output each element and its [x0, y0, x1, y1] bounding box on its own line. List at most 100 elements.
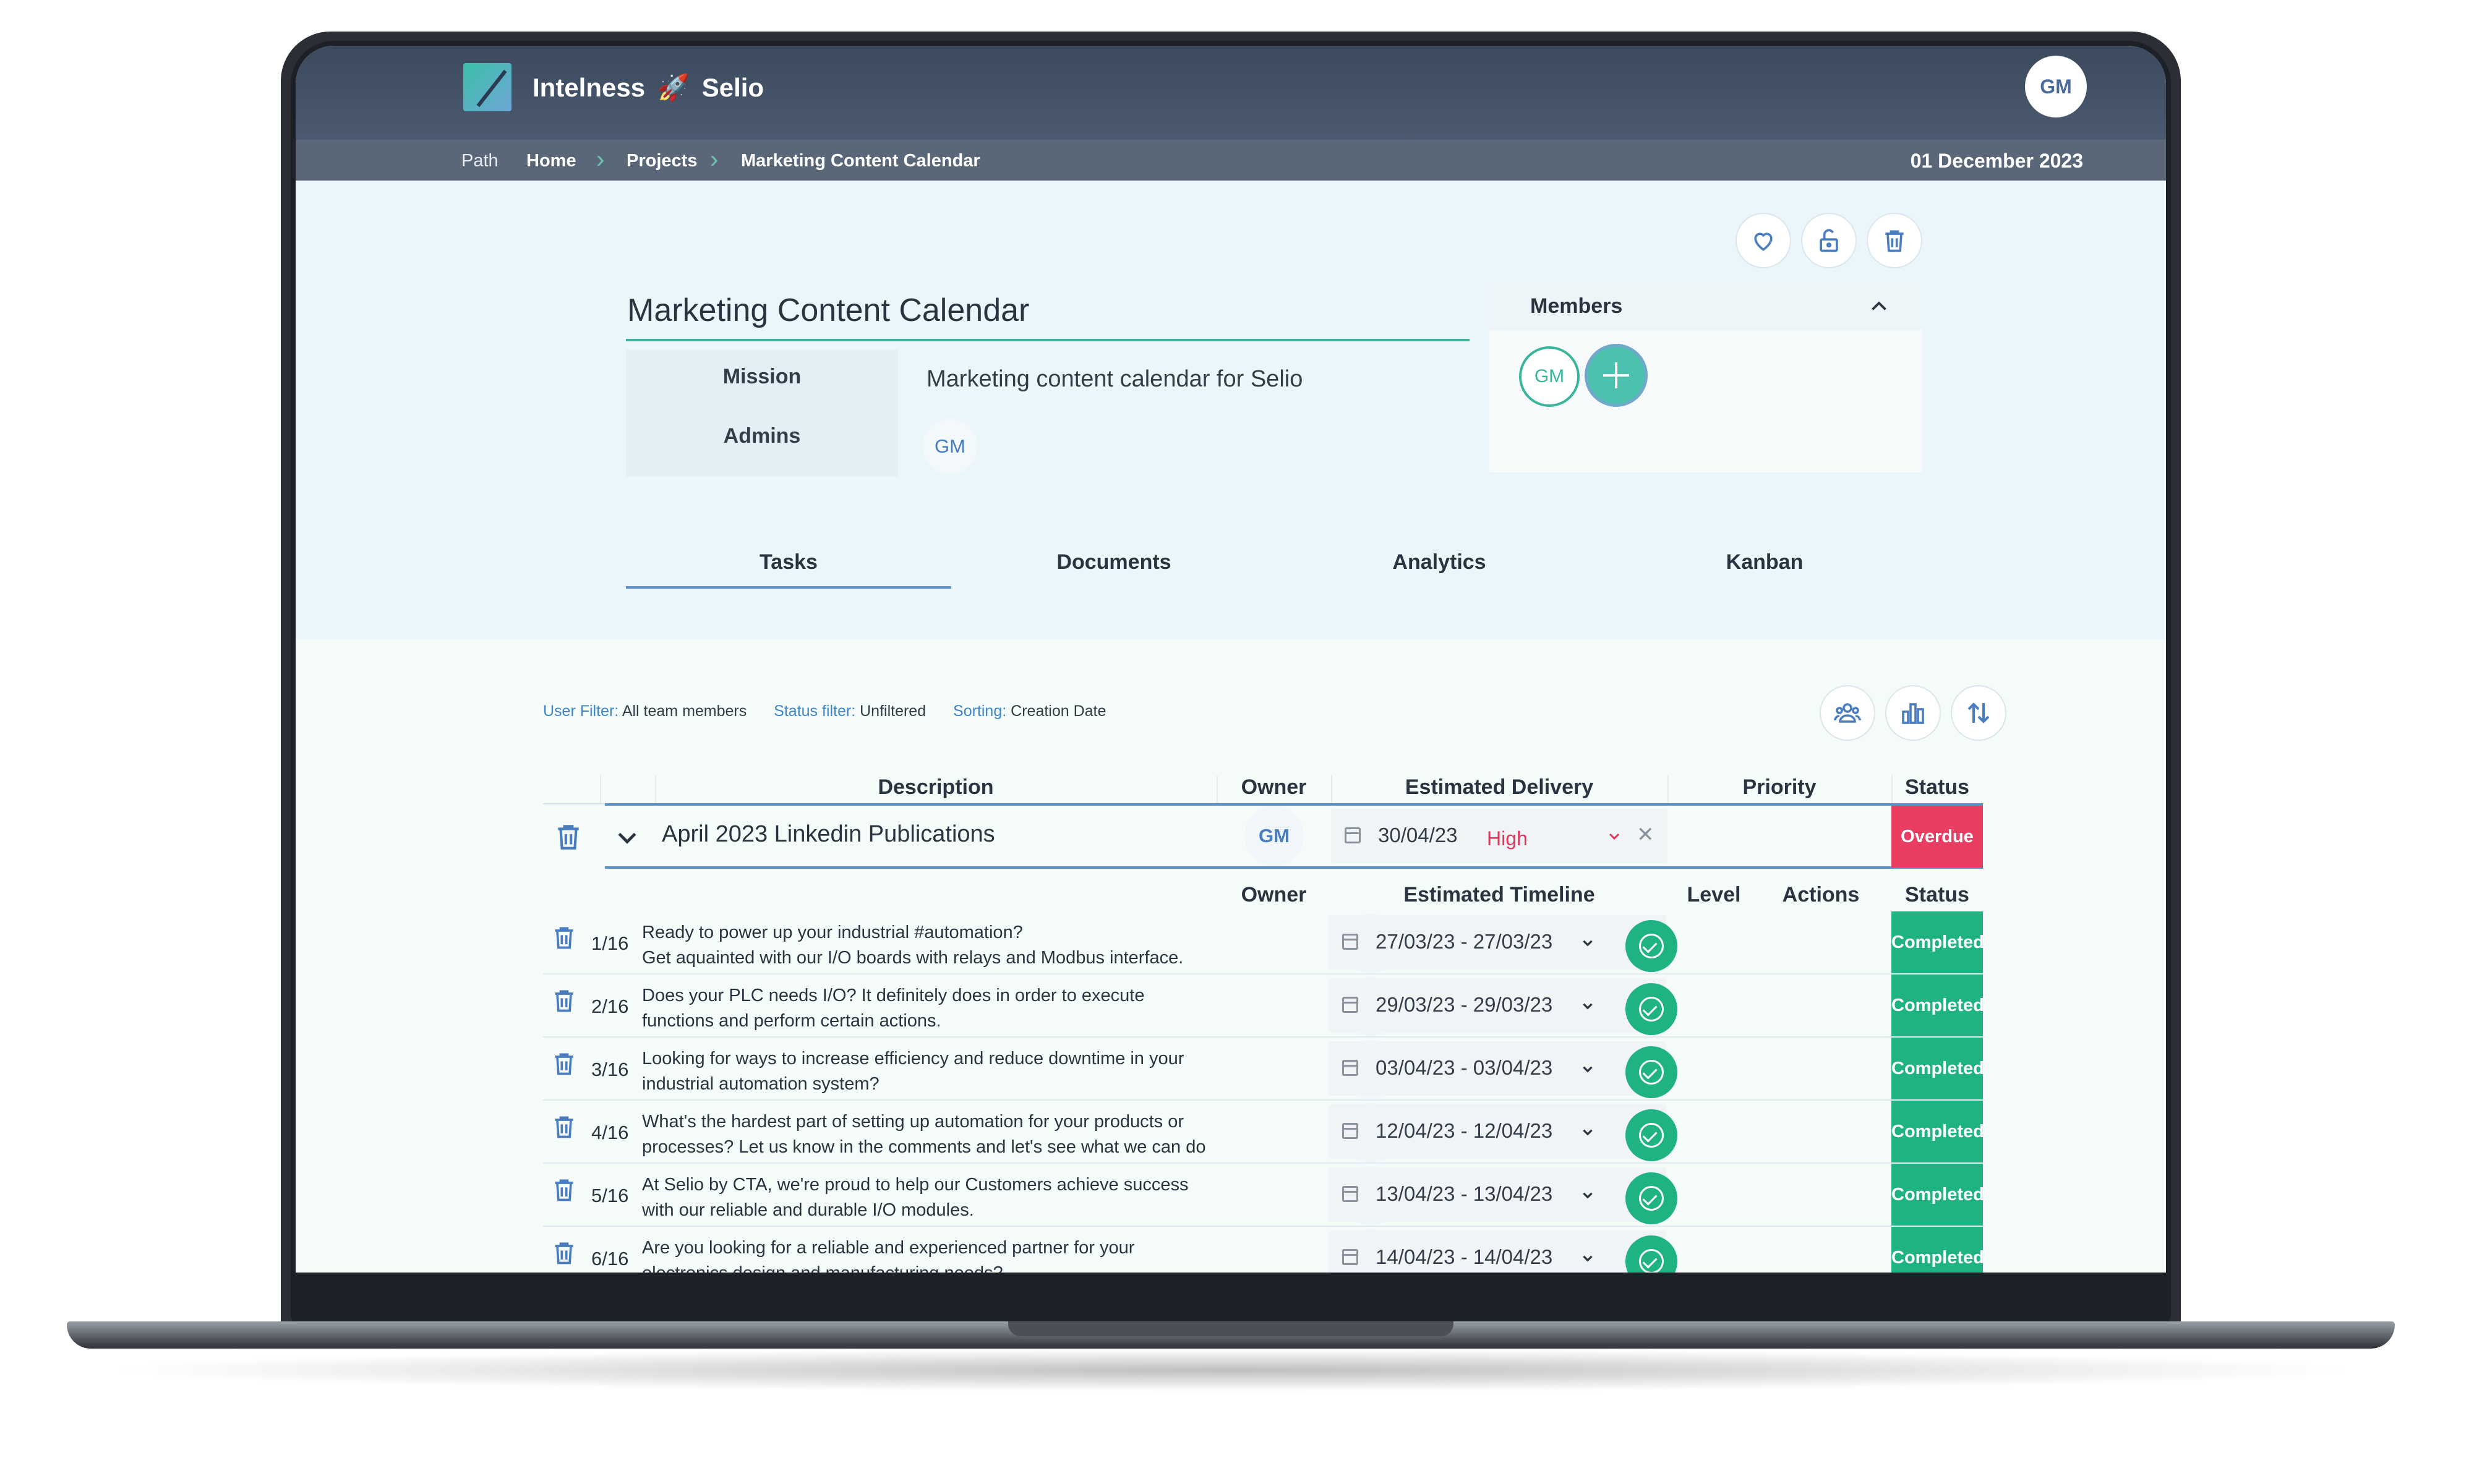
- parent-owner-avatar[interactable]: GM: [1244, 806, 1304, 866]
- brand-logo[interactable]: [463, 63, 511, 111]
- trash-icon[interactable]: [550, 1113, 578, 1140]
- lock-button[interactable]: [1801, 213, 1857, 268]
- admin-avatar[interactable]: GM: [923, 419, 977, 474]
- header-description[interactable]: Description: [655, 775, 1217, 800]
- chevron-down-icon[interactable]: [1580, 1187, 1596, 1203]
- check-circle-icon[interactable]: [1625, 1109, 1677, 1161]
- check-circle-icon[interactable]: [1625, 920, 1677, 972]
- subheader-level: Level: [1687, 883, 1741, 906]
- status-filter-button[interactable]: [1885, 685, 1941, 741]
- timeline-field[interactable]: 13/04/23 - 13/04/23✕: [1329, 1167, 1666, 1222]
- task-description-line: Looking for ways to increase efficiency …: [642, 1049, 1184, 1068]
- team-filter-button[interactable]: [1820, 685, 1875, 741]
- calendar-icon: [1342, 934, 1358, 950]
- trash-icon[interactable]: [550, 1050, 578, 1077]
- app-screen: Intelness 🚀 Selio GM Path Home › Project…: [296, 46, 2166, 1273]
- breadcrumb-path-label: Path: [461, 151, 499, 171]
- check-circle-icon[interactable]: [1625, 1172, 1677, 1224]
- member-avatar[interactable]: GM: [1519, 346, 1580, 407]
- tab-documents[interactable]: Documents: [951, 550, 1277, 574]
- sorting-label: Sorting:: [953, 702, 1007, 720]
- table-row[interactable]: 4/16 What's the hardest part of setting …: [543, 1101, 1984, 1164]
- filter-bar: User Filter: All team members Status fil…: [543, 702, 1106, 720]
- user-avatar[interactable]: GM: [2025, 56, 2087, 117]
- chevron-down-icon[interactable]: [1580, 1061, 1596, 1077]
- task-number: 4/16: [591, 1122, 629, 1143]
- timeline-field[interactable]: 29/03/23 - 29/03/23✕: [1329, 978, 1666, 1033]
- tab-kanban[interactable]: Kanban: [1602, 550, 1927, 574]
- timeline-field[interactable]: 27/03/23 - 27/03/23✕: [1329, 915, 1666, 970]
- chevron-down-icon[interactable]: [1580, 998, 1596, 1014]
- task-description[interactable]: Does your PLC needs I/O? It definitely d…: [642, 983, 1217, 1034]
- task-description-line: with our reliable and durable I/O module…: [642, 1200, 974, 1220]
- team-icon: [1834, 703, 1861, 723]
- calendar-icon: [1342, 1249, 1358, 1265]
- task-description-line: Ready to power up your industrial #autom…: [642, 923, 1023, 942]
- delivery-date-value: 30/04/23: [1378, 824, 1458, 846]
- table-row[interactable]: 2/16 Does your PLC needs I/O? It definit…: [543, 974, 1984, 1038]
- trash-icon[interactable]: [550, 1239, 578, 1266]
- delete-project-button[interactable]: [1867, 213, 1922, 268]
- mission-value[interactable]: Marketing content calendar for Selio: [927, 366, 1303, 393]
- trash-icon[interactable]: [553, 821, 584, 852]
- breadcrumb-home[interactable]: Home: [526, 151, 576, 171]
- table-row[interactable]: 5/16 At Selio by CTA, we're proud to hel…: [543, 1164, 1984, 1227]
- task-description[interactable]: Are you looking for a reliable and exper…: [642, 1235, 1217, 1273]
- calendar-icon: [1342, 997, 1358, 1013]
- calendar-icon: [1342, 1123, 1358, 1139]
- status-filter-label: Status filter:: [774, 702, 856, 720]
- parent-task-description[interactable]: April 2023 Linkedin Publications: [662, 821, 995, 848]
- clear-icon[interactable]: ✕: [1637, 822, 1654, 847]
- task-description-line: processes? Let us know in the comments a…: [642, 1137, 1206, 1157]
- project-title[interactable]: Marketing Content Calendar: [627, 292, 1029, 329]
- members-header[interactable]: Members: [1489, 281, 1922, 330]
- header-owner[interactable]: Owner: [1217, 775, 1331, 800]
- chevron-down-icon[interactable]: [614, 824, 641, 851]
- table-row[interactable]: 6/16 Are you looking for a reliable and …: [543, 1227, 1984, 1273]
- status-badge: Completed: [1891, 1227, 1984, 1273]
- chevron-down-icon[interactable]: [1580, 1124, 1596, 1140]
- subheader-timeline: Estimated Timeline: [1403, 883, 1595, 906]
- chevron-down-icon[interactable]: [1607, 829, 1622, 843]
- check-circle-icon[interactable]: [1625, 983, 1677, 1035]
- tab-tasks[interactable]: Tasks: [626, 550, 951, 574]
- header-priority[interactable]: Priority: [1667, 775, 1891, 800]
- priority-value[interactable]: High: [1487, 827, 1528, 850]
- bar-chart-icon: [1902, 703, 1924, 724]
- status-filter-value[interactable]: Unfiltered: [860, 702, 926, 720]
- timeline-field[interactable]: 12/04/23 - 12/04/23✕: [1329, 1104, 1666, 1159]
- sort-button[interactable]: [1951, 685, 2006, 741]
- timeline-field[interactable]: 14/04/23 - 14/04/23✕: [1329, 1230, 1666, 1273]
- table-row[interactable]: 1/16 Ready to power up your industrial #…: [543, 911, 1984, 974]
- tab-analytics[interactable]: Analytics: [1277, 550, 1602, 574]
- parent-row-border: [605, 866, 1983, 869]
- table-row[interactable]: 3/16 Looking for ways to increase effici…: [543, 1038, 1984, 1101]
- sort-arrows-icon: [1967, 702, 1990, 723]
- task-description[interactable]: What's the hardest part of setting up au…: [642, 1109, 1217, 1160]
- trash-icon[interactable]: [550, 987, 578, 1014]
- user-filter-value[interactable]: All team members: [622, 702, 747, 720]
- timeline-value: 13/04/23 - 13/04/23: [1376, 1182, 1553, 1205]
- breadcrumb-projects[interactable]: Projects: [627, 151, 697, 171]
- timeline-field[interactable]: 03/04/23 - 03/04/23✕: [1329, 1041, 1666, 1096]
- task-description[interactable]: Ready to power up your industrial #autom…: [642, 920, 1217, 971]
- admins-label: Admins: [723, 424, 801, 448]
- project-info-labels: Mission Admins: [626, 350, 898, 476]
- sorting-value[interactable]: Creation Date: [1011, 702, 1106, 720]
- chevron-up-icon[interactable]: [1868, 296, 1890, 318]
- members-panel: Members GM: [1489, 281, 1922, 472]
- chevron-down-icon[interactable]: [1580, 935, 1596, 951]
- status-badge: Completed: [1891, 1038, 1984, 1099]
- trash-icon[interactable]: [550, 1176, 578, 1203]
- task-description[interactable]: At Selio by CTA, we're proud to help our…: [642, 1172, 1217, 1223]
- task-number: 3/16: [591, 1059, 629, 1080]
- trash-icon[interactable]: [550, 924, 578, 951]
- add-member-button[interactable]: [1585, 344, 1648, 407]
- favorite-button[interactable]: [1736, 213, 1791, 268]
- task-description[interactable]: Looking for ways to increase efficiency …: [642, 1046, 1217, 1097]
- check-circle-icon[interactable]: [1625, 1046, 1677, 1098]
- brand-name: Intelness: [533, 73, 646, 102]
- header-delivery[interactable]: Estimated Delivery: [1331, 775, 1667, 800]
- chevron-down-icon[interactable]: [1580, 1250, 1596, 1266]
- header-status[interactable]: Status: [1891, 775, 1983, 800]
